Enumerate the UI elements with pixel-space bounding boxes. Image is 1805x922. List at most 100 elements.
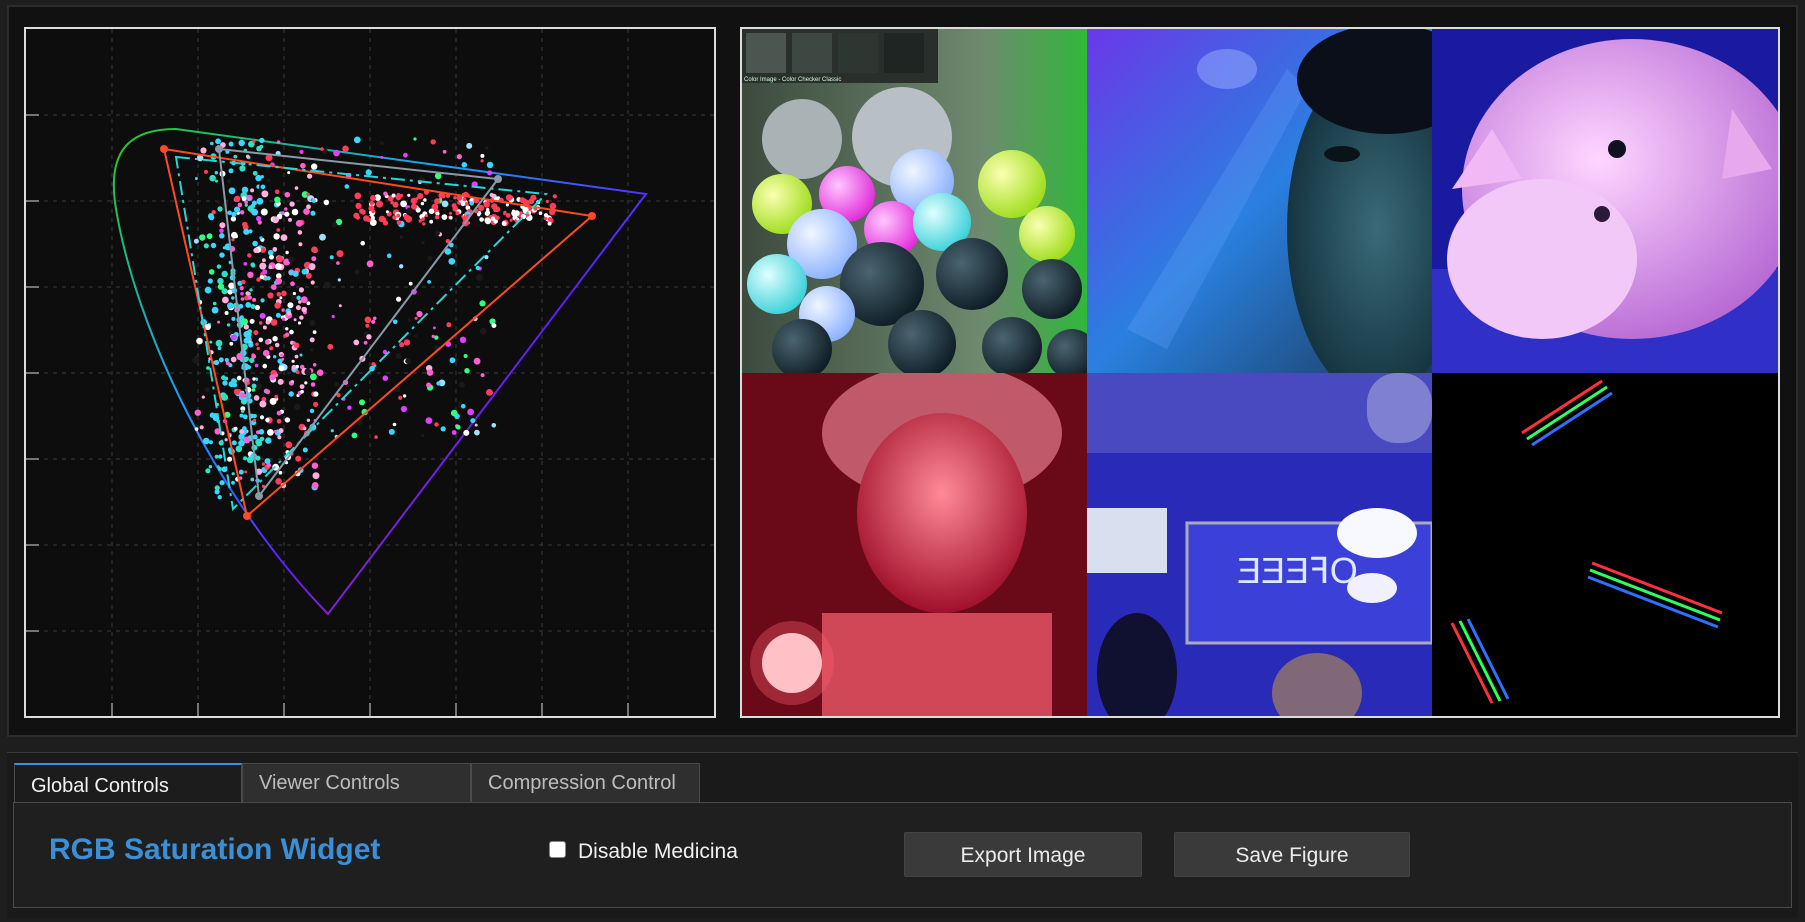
viewer-tile-coffee-bar[interactable]: ƎƎƎꟻO	[1087, 373, 1432, 716]
image-viewer[interactable]: Color Image - Color Checker Classic ƎƎƎꟻ…	[740, 27, 1780, 718]
disable-medicina-label[interactable]: Disable Medicina	[578, 840, 738, 864]
chromaticity-point	[258, 337, 264, 343]
chromaticity-point	[219, 480, 225, 486]
chromaticity-point	[298, 242, 303, 247]
chromaticity-point	[385, 210, 389, 214]
chromaticity-point	[256, 215, 262, 222]
chromaticity-point	[495, 215, 500, 220]
chromaticity-point	[262, 269, 268, 275]
chromaticity-point	[243, 262, 248, 266]
chromaticity-point	[255, 455, 261, 461]
chromaticity-point	[242, 426, 247, 431]
chromaticity-point	[252, 170, 258, 176]
chromaticity-point	[420, 201, 425, 206]
chromaticity-point	[396, 213, 401, 218]
chromaticity-point	[227, 456, 233, 462]
chromaticity-point	[234, 195, 241, 202]
chromaticity-point	[291, 359, 295, 363]
viewer-tile-blue-portrait[interactable]	[1087, 29, 1432, 373]
chromaticity-point	[228, 330, 233, 335]
chromaticity-point	[466, 142, 473, 149]
chromaticity-point	[366, 260, 374, 268]
chromaticity-point	[310, 382, 316, 387]
chromaticity-point	[302, 426, 307, 431]
chromaticity-point	[347, 405, 352, 410]
chromaticity-point	[449, 211, 452, 215]
chromaticity-point	[456, 154, 462, 160]
chromaticity-point	[269, 254, 274, 260]
chromaticity-point	[353, 212, 360, 219]
chromaticity-point	[388, 428, 395, 435]
disable-medicina-checkbox[interactable]	[549, 840, 566, 858]
chromaticity-point	[265, 339, 270, 344]
chromaticity-point	[461, 162, 468, 168]
chromaticity-point	[312, 363, 317, 367]
tab-global-controls[interactable]: Global Controls	[14, 763, 242, 803]
chromaticity-point	[446, 322, 452, 328]
chromaticity-point	[484, 217, 491, 224]
chromaticity-point	[245, 291, 250, 296]
chromaticity-point	[408, 281, 413, 286]
chromaticity-point	[203, 243, 209, 249]
chromaticity-point	[380, 155, 384, 159]
chromaticity-point	[484, 255, 489, 260]
chromaticity-point	[303, 208, 310, 215]
chromaticity-point	[233, 388, 240, 395]
chromaticity-point	[299, 353, 303, 357]
chromaticity-point	[272, 216, 279, 224]
chromaticity-point	[294, 186, 299, 190]
chromaticity-point	[491, 423, 497, 428]
disable-medicina-control[interactable]: Disable Medicina	[549, 837, 738, 864]
tab-compression-control[interactable]: Compression Control	[471, 763, 700, 803]
export-image-button[interactable]: Export Image	[904, 832, 1142, 877]
chromaticity-point	[199, 234, 206, 241]
chromaticity-point	[453, 196, 457, 200]
chromaticity-point	[476, 274, 484, 282]
chromaticity-point	[204, 387, 210, 393]
chromaticity-point	[426, 369, 434, 376]
chromaticity-point	[236, 375, 242, 381]
chromaticity-point	[418, 219, 422, 223]
chromaticity-point	[214, 489, 220, 495]
chromaticity-point	[403, 152, 408, 158]
chromaticity-point	[273, 233, 280, 240]
chromaticity-point	[286, 311, 292, 316]
save-figure-button[interactable]: Save Figure	[1174, 832, 1410, 877]
viewer-tile-plush-pig[interactable]	[1432, 29, 1778, 373]
chromaticity-point	[281, 290, 287, 297]
chromaticity-point	[509, 218, 513, 222]
chromaticity-point	[289, 201, 295, 207]
chromaticity-point	[487, 170, 493, 176]
chromaticity-point	[217, 346, 222, 351]
chromaticity-point	[392, 215, 397, 220]
chromaticity-point	[231, 296, 235, 300]
tab-viewer-controls[interactable]: Viewer Controls	[242, 763, 471, 803]
chromaticity-point	[521, 198, 527, 204]
chromaticity-point	[231, 238, 235, 242]
viewer-tile-light-streaks[interactable]	[1432, 373, 1778, 716]
viewer-tile-red-portrait[interactable]	[742, 373, 1087, 716]
chromaticity-point	[458, 381, 465, 388]
chromaticity-point	[230, 334, 237, 341]
chromaticity-point	[248, 342, 254, 348]
chromaticity-point	[299, 315, 304, 320]
chromaticity-point	[217, 320, 221, 324]
chromaticity-plot[interactable]	[24, 27, 716, 718]
chromaticity-point	[461, 403, 466, 409]
chromaticity-point	[285, 327, 289, 331]
chromaticity-point	[294, 354, 299, 359]
chromaticity-point	[353, 339, 360, 346]
chromaticity-point	[261, 462, 266, 466]
chromaticity-point	[226, 323, 231, 327]
chromaticity-point	[247, 253, 252, 258]
chromaticity-point	[262, 325, 267, 330]
chromaticity-point	[206, 233, 213, 240]
chromaticity-points	[192, 136, 557, 500]
chromaticity-point	[297, 321, 302, 325]
chromaticity-point	[224, 438, 228, 442]
chromaticity-point	[293, 403, 301, 411]
viewer-tile-spheres[interactable]: Color Image - Color Checker Classic	[742, 29, 1087, 373]
chromaticity-point	[503, 210, 507, 214]
chromaticity-point	[284, 191, 291, 198]
chromaticity-point	[407, 318, 412, 322]
